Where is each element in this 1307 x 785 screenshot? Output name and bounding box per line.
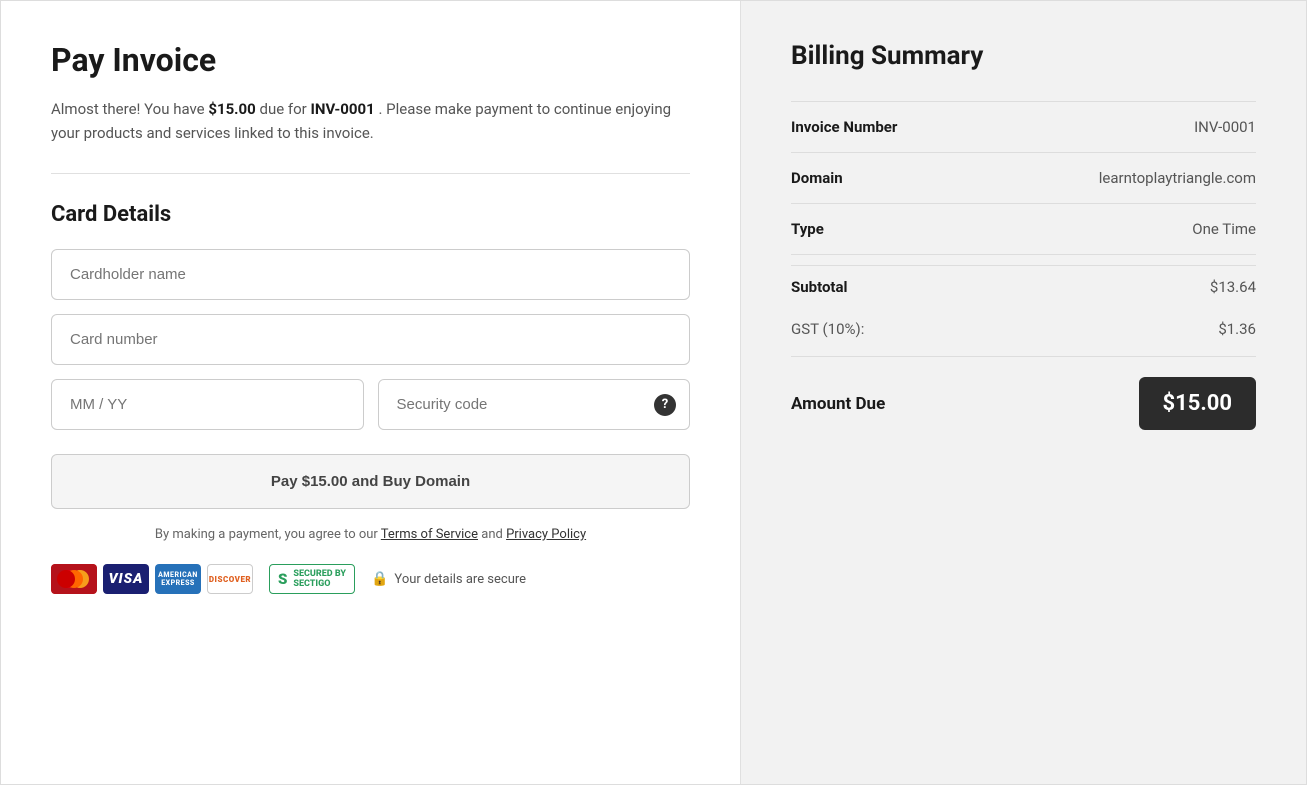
subtitle-invoice: INV-0001 <box>310 100 374 118</box>
cardholder-group <box>51 249 690 300</box>
visa-logo: VISA <box>103 564 149 594</box>
left-panel: Pay Invoice Almost there! You have $15.0… <box>1 1 741 784</box>
lock-icon: 🔒 <box>371 571 388 587</box>
divider <box>51 173 690 174</box>
domain-label: Domain <box>791 169 843 187</box>
terms-before: By making a payment, you agree to our <box>155 527 381 542</box>
sectigo-line1: SECURED BY <box>293 569 346 579</box>
amount-due-row: Amount Due $15.00 <box>791 356 1256 430</box>
sectigo-badge: S SECURED BY SECTIGO <box>269 564 355 594</box>
sectigo-s-icon: S <box>278 570 287 588</box>
main-container: Pay Invoice Almost there! You have $15.0… <box>0 0 1307 785</box>
terms-text: By making a payment, you agree to our Te… <box>51 527 690 542</box>
subtitle-middle: due for <box>259 100 310 118</box>
subtitle: Almost there! You have $15.00 due for IN… <box>51 97 690 145</box>
footer-row: VISA AMERICAN EXPRESS DISCOVER S SECURED… <box>51 564 690 594</box>
invoice-number-label: Invoice Number <box>791 118 897 136</box>
billing-row-invoice: Invoice Number INV-0001 <box>791 101 1256 153</box>
sectigo-line2: SECTIGO <box>293 579 346 589</box>
sectigo-text: SECURED BY SECTIGO <box>293 569 346 589</box>
expiry-input[interactable] <box>51 379 364 430</box>
security-group: ? <box>378 379 691 430</box>
billing-row-domain: Domain learntoplaytriangle.com <box>791 153 1256 204</box>
expiry-group <box>51 379 364 430</box>
subtitle-before: Almost there! You have <box>51 100 208 118</box>
subtotal-row: Subtotal $13.64 <box>791 266 1256 308</box>
cardholder-input[interactable] <box>51 249 690 300</box>
page-title: Pay Invoice <box>51 41 690 79</box>
card-number-input[interactable] <box>51 314 690 365</box>
card-number-group <box>51 314 690 365</box>
billing-title: Billing Summary <box>791 41 1256 71</box>
right-panel: Billing Summary Invoice Number INV-0001 … <box>741 1 1306 784</box>
gst-row: GST (10%): $1.36 <box>791 308 1256 350</box>
expiry-security-row: ? <box>51 379 690 430</box>
gst-label: GST (10%): <box>791 320 864 338</box>
subtotal-value: $13.64 <box>1210 278 1256 296</box>
billing-row-type: Type One Time <box>791 204 1256 255</box>
card-logos: VISA AMERICAN EXPRESS DISCOVER <box>51 564 253 594</box>
amex-logo: AMERICAN EXPRESS <box>155 564 201 594</box>
type-label: Type <box>791 220 824 238</box>
type-value: One Time <box>1192 220 1256 238</box>
subtitle-amount: $15.00 <box>208 100 255 118</box>
mastercard-svg <box>51 564 97 594</box>
mastercard-logo <box>51 564 97 594</box>
pay-button[interactable]: Pay $15.00 and Buy Domain <box>51 454 690 509</box>
amount-due-badge: $15.00 <box>1139 377 1257 430</box>
amount-due-label: Amount Due <box>791 394 885 414</box>
security-wrapper: ? <box>378 379 691 430</box>
secure-text: 🔒 Your details are secure <box>371 571 526 587</box>
help-icon[interactable]: ? <box>654 394 676 416</box>
terms-of-service-link[interactable]: Terms of Service <box>381 527 478 542</box>
security-code-input[interactable] <box>378 379 691 430</box>
secure-label: Your details are secure <box>394 572 526 587</box>
billing-table: Invoice Number INV-0001 Domain learntopl… <box>791 101 1256 430</box>
card-details-title: Card Details <box>51 202 690 227</box>
gst-value: $1.36 <box>1218 320 1256 338</box>
domain-value: learntoplaytriangle.com <box>1099 169 1256 187</box>
invoice-number-value: INV-0001 <box>1194 118 1256 136</box>
discover-logo: DISCOVER <box>207 564 253 594</box>
subtotal-section: Subtotal $13.64 GST (10%): $1.36 <box>791 265 1256 350</box>
terms-between: and <box>481 527 506 542</box>
privacy-policy-link[interactable]: Privacy Policy <box>506 527 586 542</box>
subtotal-label: Subtotal <box>791 278 848 296</box>
